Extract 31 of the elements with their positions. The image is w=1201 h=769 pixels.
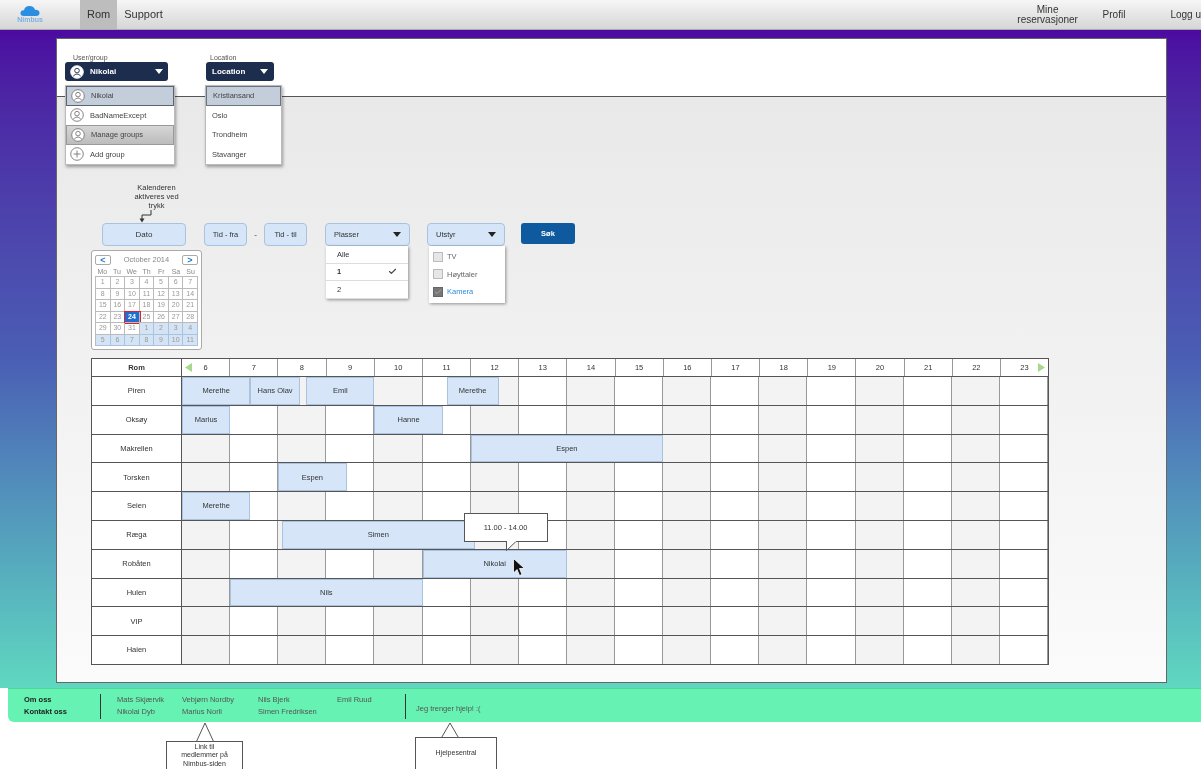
date-button[interactable]: Dato — [102, 223, 186, 246]
checkbox[interactable] — [433, 269, 443, 280]
callout-pointer — [440, 722, 460, 738]
nav-link[interactable]: Profil — [1102, 0, 1126, 29]
cursor-icon — [512, 557, 526, 576]
caret-icon — [260, 69, 268, 74]
caret-icon — [393, 232, 401, 237]
caret-icon — [488, 232, 496, 237]
user-icon — [70, 108, 84, 123]
plus-icon — [70, 147, 84, 162]
caret-icon — [155, 69, 163, 74]
nav-tab[interactable]: Support — [117, 0, 170, 29]
user-icon — [71, 127, 85, 142]
cloud-icon — [20, 5, 40, 16]
next-arrow-icon[interactable] — [1038, 363, 1046, 372]
arrow-icon — [137, 210, 154, 223]
nav-tab[interactable]: Rom — [80, 0, 118, 29]
nav-link[interactable]: Logg u — [1170, 0, 1201, 29]
check-icon — [388, 267, 397, 277]
checkbox[interactable] — [433, 251, 443, 262]
next-month-button[interactable]: > — [182, 255, 198, 265]
previous-arrow-icon[interactable] — [185, 363, 192, 372]
nav-link[interactable]: Mine reservasjoner — [1014, 0, 1081, 29]
callout-pointer — [194, 722, 215, 742]
separator-text: - — [253, 228, 258, 241]
user-group-dropdown[interactable]: Nikolai — [65, 62, 168, 81]
previous-month-button[interactable]: < — [95, 255, 111, 265]
user-icon — [70, 64, 84, 79]
user-icon — [71, 88, 85, 103]
location-dropdown[interactable]: Location — [206, 62, 274, 81]
checkbox[interactable] — [433, 286, 443, 297]
